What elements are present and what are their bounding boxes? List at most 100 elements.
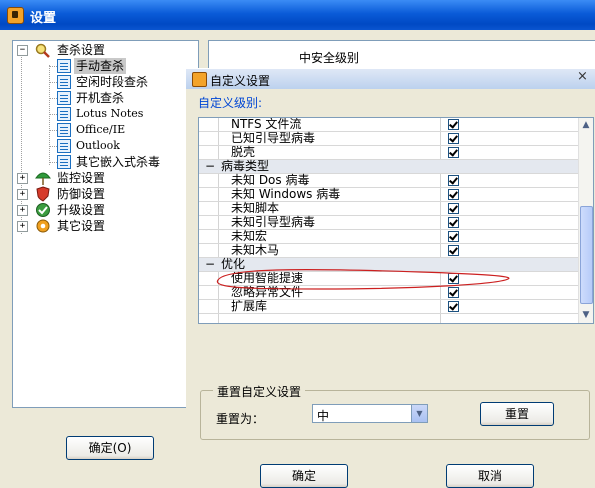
reset-to-label: 重置为： [216,412,265,426]
tree-item-scan-settings[interactable]: − 查杀设置 [17,42,187,58]
reset-level-value: 中 [317,409,330,423]
option-label: 未知 Dos 病毒 [231,173,310,187]
option-row: 未知宏 [199,230,578,244]
chevron-down-icon[interactable]: ▼ [411,405,427,422]
document-icon [57,75,71,89]
option-row: 使用智能提速 [199,272,578,286]
option-row: NTFS 文件流 [199,118,578,132]
tree-item-defense[interactable]: + 防御设置 [17,186,187,202]
close-icon[interactable]: × [577,69,588,84]
tree-item-manual-scan[interactable]: 手动查杀 [49,58,189,74]
option-checkbox[interactable] [448,175,459,186]
scroll-up-icon[interactable]: ▲ [580,119,592,131]
window-titlebar[interactable]: 设置 [0,0,595,30]
option-row: 已知引导型病毒 [199,132,578,146]
option-row: 未知木马 [199,244,578,258]
tree-item-other[interactable]: + 其它设置 [17,218,187,234]
tree-connector [49,146,57,147]
security-level-text: 中安全级别 [299,51,360,65]
document-icon [57,59,71,73]
option-label: 未知脚本 [231,201,280,215]
reset-button[interactable]: 重置 [480,402,554,426]
option-checkbox[interactable] [448,287,459,298]
collapse-icon[interactable]: − [17,45,28,56]
vertical-scrollbar[interactable]: ▲ ▼ [578,118,593,323]
tree-item-idle-scan[interactable]: 空闲时段查杀 [49,74,189,90]
group-label: 优化 [221,257,246,271]
option-row: 脱壳 [199,146,578,160]
option-checkbox[interactable] [448,203,459,214]
reset-level-select[interactable]: 中 ▼ [312,404,428,423]
option-row: 未知脚本 [199,202,578,216]
tree-label: Lotus Notes [76,107,144,120]
option-label: 已知引导型病毒 [231,131,316,145]
collapse-icon[interactable]: − [205,258,215,271]
expand-icon[interactable]: + [17,173,28,184]
option-checkbox[interactable] [448,147,459,158]
dialog-ok-button[interactable]: 确定 [260,464,348,488]
option-checkbox[interactable] [448,231,459,242]
option-row: 忽略异常文件 [199,286,578,300]
tree-label: 空闲时段查杀 [76,75,149,89]
tree-item-embedded-scan[interactable]: 其它嵌入式杀毒 [49,154,189,170]
custom-settings-dialog: 自定义设置 × 自定义级别: NTFS 文件流 已知引导型病毒 脱壳 − 病毒类… [186,68,595,488]
dialog-app-icon [192,72,207,87]
option-group-row[interactable]: − 优化 [199,258,578,272]
magnifier-icon [35,43,50,58]
umbrella-icon [35,170,51,185]
option-checkbox[interactable] [448,245,459,256]
settings-tree: − 查杀设置 手动查杀 空闲时段查杀 开机查杀 Lotus Notes Offi… [12,40,199,408]
option-group-row[interactable]: − 病毒类型 [199,160,578,174]
shield-icon [35,186,50,202]
custom-options-grid: NTFS 文件流 已知引导型病毒 脱壳 − 病毒类型 未知 Dos 病毒 未知 … [198,117,594,324]
option-checkbox[interactable] [448,119,459,130]
tree-item-office-ie[interactable]: Office/IE [49,122,189,138]
document-icon [57,139,71,153]
tree-label: Office/IE [76,123,126,136]
option-checkbox[interactable] [448,133,459,144]
option-row: 未知 Dos 病毒 [199,174,578,188]
tree-item-lotus-notes[interactable]: Lotus Notes [49,106,189,122]
expand-icon[interactable]: + [17,205,28,216]
tree-item-monitor[interactable]: + 监控设置 [17,170,187,186]
dialog-titlebar[interactable]: 自定义设置 × [186,68,595,89]
tree-label: 防御设置 [57,187,106,201]
custom-level-label: 自定义级别: [198,96,263,110]
scrollbar-thumb[interactable] [580,206,593,304]
tree-item-boot-scan[interactable]: 开机查杀 [49,90,189,106]
option-row: 未知 Windows 病毒 [199,188,578,202]
collapse-icon[interactable]: − [205,160,215,173]
tree-connector [49,66,57,67]
option-checkbox[interactable] [448,273,459,284]
main-ok-button[interactable]: 确定(O) [66,436,154,460]
scroll-down-icon[interactable]: ▼ [580,309,592,321]
option-label: 未知引导型病毒 [231,215,316,229]
option-label: 扩展库 [231,299,268,313]
document-icon [57,155,71,169]
tree-label: 手动查杀 [74,58,127,74]
tree-connector [49,162,57,163]
tree-label: 其它设置 [57,219,106,233]
window-title: 设置 [30,11,57,26]
app-icon [7,7,24,24]
expand-icon[interactable]: + [17,221,28,232]
tree-label: 监控设置 [57,171,106,185]
option-label: 未知 Windows 病毒 [231,187,341,201]
option-checkbox[interactable] [448,301,459,312]
option-checkbox[interactable] [448,189,459,200]
document-icon [57,107,71,121]
expand-icon[interactable]: + [17,189,28,200]
option-checkbox[interactable] [448,217,459,228]
document-icon [57,123,71,137]
option-label: NTFS 文件流 [231,117,302,131]
tree-item-update[interactable]: + 升级设置 [17,202,187,218]
tree-connector [49,98,57,99]
gear-icon [35,218,50,233]
tree-item-outlook[interactable]: Outlook [49,138,189,154]
dialog-cancel-button[interactable]: 取消 [446,464,534,488]
tree-connector [49,130,57,131]
tree-label: 其它嵌入式杀毒 [76,155,161,169]
option-label: 未知宏 [231,229,268,243]
option-label: 未知木马 [231,243,280,257]
update-globe-icon [35,202,50,217]
